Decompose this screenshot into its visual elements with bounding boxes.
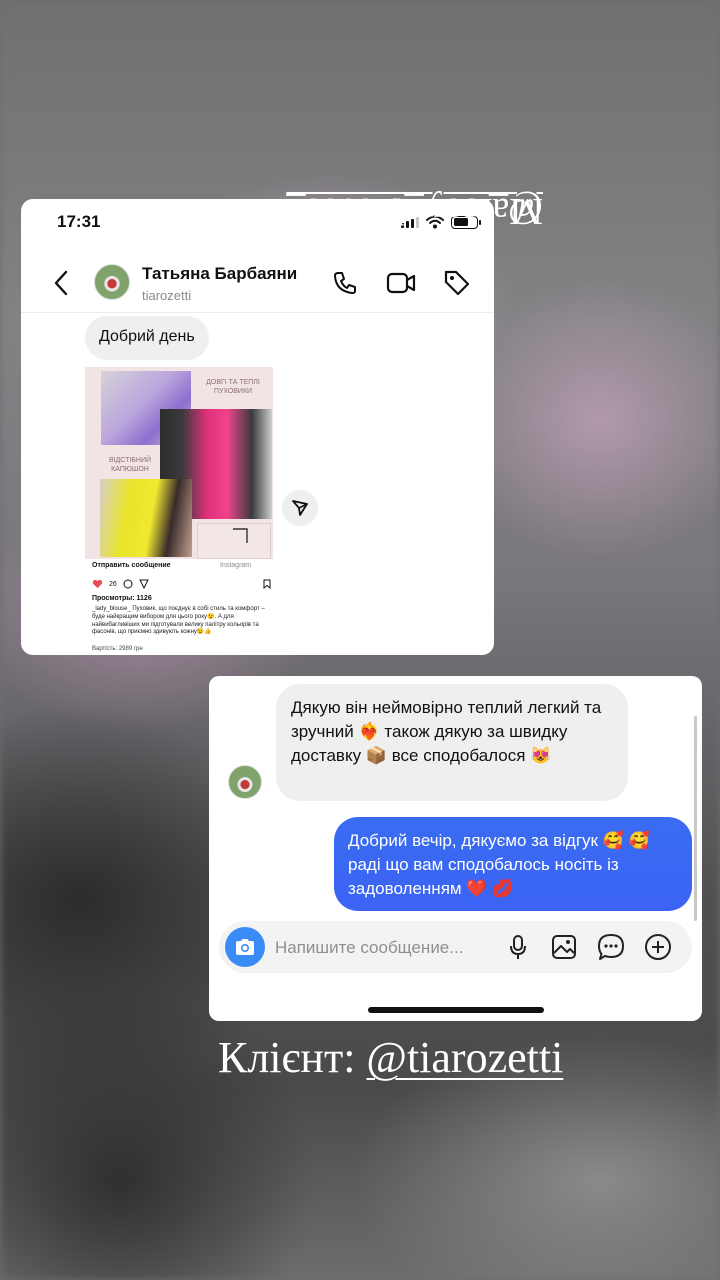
avatar[interactable] bbox=[228, 765, 262, 799]
post-send-label[interactable]: Отправить сообщение bbox=[92, 562, 171, 569]
contact-name[interactable]: Татьяна Барбаяни bbox=[142, 264, 297, 284]
message-bubble-incoming[interactable]: Добрий день bbox=[85, 316, 209, 360]
message-bubble-outgoing[interactable]: Добрий вечір, дякуємо за відгук 🥰 🥰 раді… bbox=[334, 817, 692, 911]
photo-yellow-coat bbox=[100, 479, 192, 557]
sticker-icon[interactable] bbox=[597, 933, 625, 961]
post-views: Просмотры: 1126 bbox=[92, 595, 152, 602]
camera-button[interactable] bbox=[225, 927, 265, 967]
avatar[interactable] bbox=[94, 264, 130, 300]
message-bubble-incoming[interactable]: Дякую він неймовірно теплий легкий та зр… bbox=[276, 684, 628, 801]
shop-caption: Магазин: @_lady_blouse_ bbox=[286, 190, 545, 665]
camera-icon bbox=[236, 939, 254, 955]
client-handle-link[interactable]: @tiarozetti bbox=[366, 1033, 563, 1082]
gallery-icon[interactable] bbox=[550, 933, 578, 961]
post-image-collage: ДОВГІ ТА ТЕПЛІ ПУХОВИКИ ВІДСТІБНИЙ КАПЮШ… bbox=[85, 367, 273, 559]
home-indicator bbox=[368, 1007, 544, 1013]
video-icon[interactable] bbox=[386, 268, 416, 298]
contact-username: tiarozetti bbox=[142, 288, 192, 303]
send-icon bbox=[292, 500, 308, 516]
post-source-label: Instagram bbox=[220, 562, 252, 569]
shared-post[interactable]: ДОВГІ ТА ТЕПЛІ ПУХОВИКИ ВІДСТІБНИЙ КАПЮШ… bbox=[85, 367, 273, 655]
chat-screenshot-1: 17:31 Татьяна Барбаяни tiarozetti Добрий… bbox=[21, 199, 494, 655]
share-button[interactable] bbox=[282, 490, 318, 526]
phone-icon[interactable] bbox=[330, 268, 360, 298]
plus-icon[interactable] bbox=[644, 933, 672, 961]
client-caption: Клієнт: @tiarozetti bbox=[218, 1032, 563, 1083]
back-icon[interactable] bbox=[49, 268, 73, 298]
status-time: 17:31 bbox=[57, 212, 101, 231]
bookmark-icon[interactable] bbox=[263, 579, 271, 589]
chat-screenshot-2: Дякую він неймовірно теплий легкий та зр… bbox=[209, 676, 702, 1021]
heart-icon[interactable] bbox=[92, 579, 103, 589]
collage-hood-label: ВІДСТІБНИЙ КАПЮШОН bbox=[108, 457, 152, 473]
likes-count: 26 bbox=[109, 580, 117, 588]
message-input[interactable] bbox=[275, 937, 500, 959]
chat-header: Татьяна Барбаяни tiarozetti bbox=[21, 255, 494, 313]
message-composer bbox=[219, 921, 692, 973]
shop-handle-link[interactable]: @_lady_blouse_ bbox=[286, 189, 543, 233]
post-caption: _lady_blouse_ Пуховик, що поєднує в собі… bbox=[92, 606, 265, 636]
collage-title: ДОВГІ ТА ТЕПЛІ ПУХОВИКИ bbox=[206, 379, 260, 395]
comment-icon[interactable] bbox=[123, 579, 133, 589]
arrow-corner-icon bbox=[233, 528, 248, 543]
send-icon[interactable] bbox=[138, 579, 149, 589]
tag-icon[interactable] bbox=[442, 268, 472, 298]
client-caption-prefix: Клієнт: bbox=[218, 1033, 367, 1082]
post-price: Вартість: 2989 грн bbox=[92, 646, 143, 652]
scrollbar[interactable] bbox=[694, 716, 697, 921]
post-actions: 26 bbox=[92, 579, 271, 589]
mic-icon[interactable] bbox=[504, 933, 532, 961]
